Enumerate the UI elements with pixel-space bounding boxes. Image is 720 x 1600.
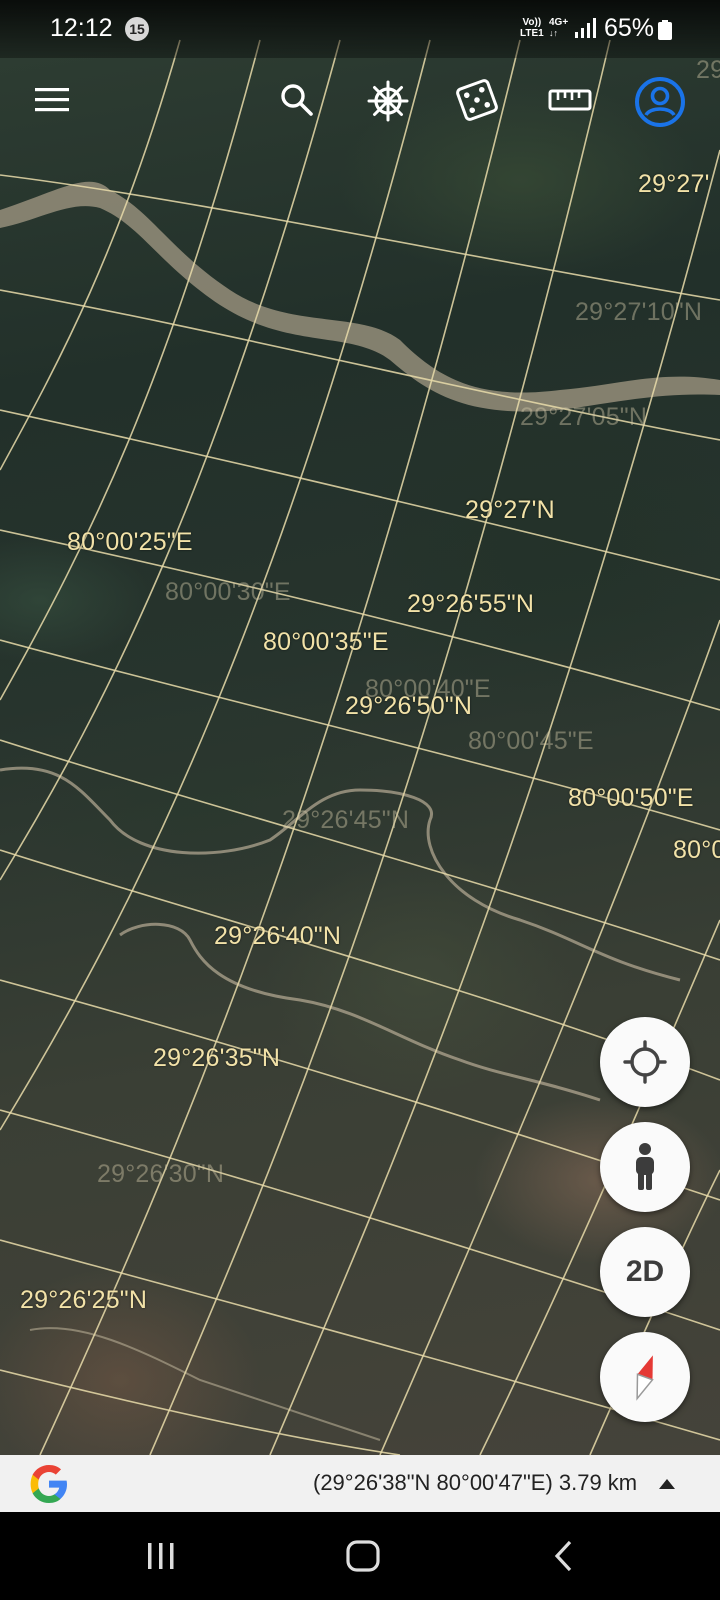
grid-label-lat-29-27: 29°27'N	[465, 496, 555, 524]
grid-label-lon-80-00-25: 80°00'25"E	[67, 528, 193, 556]
home-icon	[346, 1540, 380, 1572]
grid-label-lon-80-00-50: 80°00'50"E	[568, 784, 694, 812]
grid-label-lon-partial: 80°0	[673, 836, 720, 864]
2d-toggle-button[interactable]: 2D	[600, 1227, 690, 1317]
account-button[interactable]	[633, 75, 687, 129]
recent-apps-button[interactable]	[131, 1532, 191, 1580]
grid-label-lat-29-26-30: 29°26'30"N	[97, 1160, 225, 1188]
coordinates-readout: (29°26'38"N 80°00'47"E) 3.79 km	[313, 1470, 638, 1495]
river	[0, 181, 720, 412]
expand-info-button[interactable]	[655, 1472, 679, 1496]
grid-label-lon-80-00-35: 80°00'35"E	[263, 628, 389, 656]
satellite-map[interactable]: 29 29°27' 29°27'10"N 29°27'05"N 29°27'N …	[0, 0, 720, 1455]
grid-label-lat-29-27-10: 29°27'10"N	[575, 298, 703, 326]
coordinates-bar: (29°26'38"N 80°00'47"E) 3.79 km	[0, 1455, 720, 1512]
feeling-lucky-button[interactable]	[452, 75, 502, 125]
map-overlay	[0, 39, 720, 1455]
grid-label-lat-29-26-50: 29°26'50"N	[345, 692, 473, 720]
grid-label-lat-29-27-corner: 29°27'	[638, 170, 710, 198]
back-button[interactable]	[534, 1532, 594, 1580]
grid-label-lat-29-26-35: 29°26'35"N	[153, 1044, 281, 1072]
my-location-icon	[623, 1040, 667, 1084]
grid-label-partial-top: 29	[696, 56, 720, 84]
triangle-up-icon	[659, 1479, 675, 1489]
grid-label-lat-29-26-25: 29°26'25"N	[20, 1286, 148, 1314]
search-icon	[281, 84, 313, 116]
ruler-icon	[548, 89, 592, 111]
system-navigation-bar	[0, 1512, 720, 1600]
home-button[interactable]	[333, 1532, 393, 1580]
compass-icon	[636, 1355, 654, 1401]
grid-label-lat-29-26-55: 29°26'55"N	[407, 590, 535, 618]
volte-top-text: Vo))	[522, 17, 542, 28]
google-logo-icon	[30, 1465, 67, 1503]
back-chevron-icon	[554, 1540, 572, 1572]
signal-strength-icon	[575, 18, 596, 38]
data-arrows-icon: ↓↑	[549, 28, 558, 38]
notification-count-badge: 15	[125, 17, 149, 41]
volte-indicator: Vo)) LTE1	[520, 17, 544, 39]
account-icon	[635, 77, 685, 127]
voyager-button[interactable]	[362, 75, 414, 127]
voyager-wheel-icon	[367, 80, 409, 122]
dice-icon	[456, 79, 498, 121]
battery-icon	[658, 20, 672, 40]
pegman-icon	[636, 1143, 654, 1190]
grid-label-lon-80-00-30: 80°00'30"E	[165, 578, 291, 606]
network-type-text: 4G+	[549, 17, 569, 28]
grid-label-lat-29-26-45: 29°26'45"N	[282, 806, 410, 834]
road-3	[29, 1327, 381, 1441]
grid-label-lat-29-27-05: 29°27'05"N	[520, 403, 648, 431]
battery-percent: 65%	[604, 14, 655, 42]
grid-label-lon-80-00-45: 80°00'45"E	[468, 727, 594, 755]
compass-button[interactable]	[600, 1332, 690, 1422]
measure-button[interactable]	[543, 75, 597, 125]
street-view-button[interactable]	[600, 1122, 690, 1212]
status-time: 12:12	[50, 14, 113, 42]
recent-apps-icon	[148, 1543, 174, 1569]
search-button[interactable]	[272, 75, 322, 125]
grid-label-lat-29-26-40: 29°26'40"N	[214, 922, 342, 950]
my-location-button[interactable]	[600, 1017, 690, 1107]
network-type-indicator: 4G+ ↓↑	[549, 17, 568, 39]
volte-bottom-text: LTE1	[520, 28, 544, 39]
menu-icon	[35, 88, 69, 112]
status-bar: 12:12 15 Vo)) LTE1 4G+ ↓↑ 65%	[0, 0, 720, 58]
menu-button[interactable]	[28, 75, 78, 125]
